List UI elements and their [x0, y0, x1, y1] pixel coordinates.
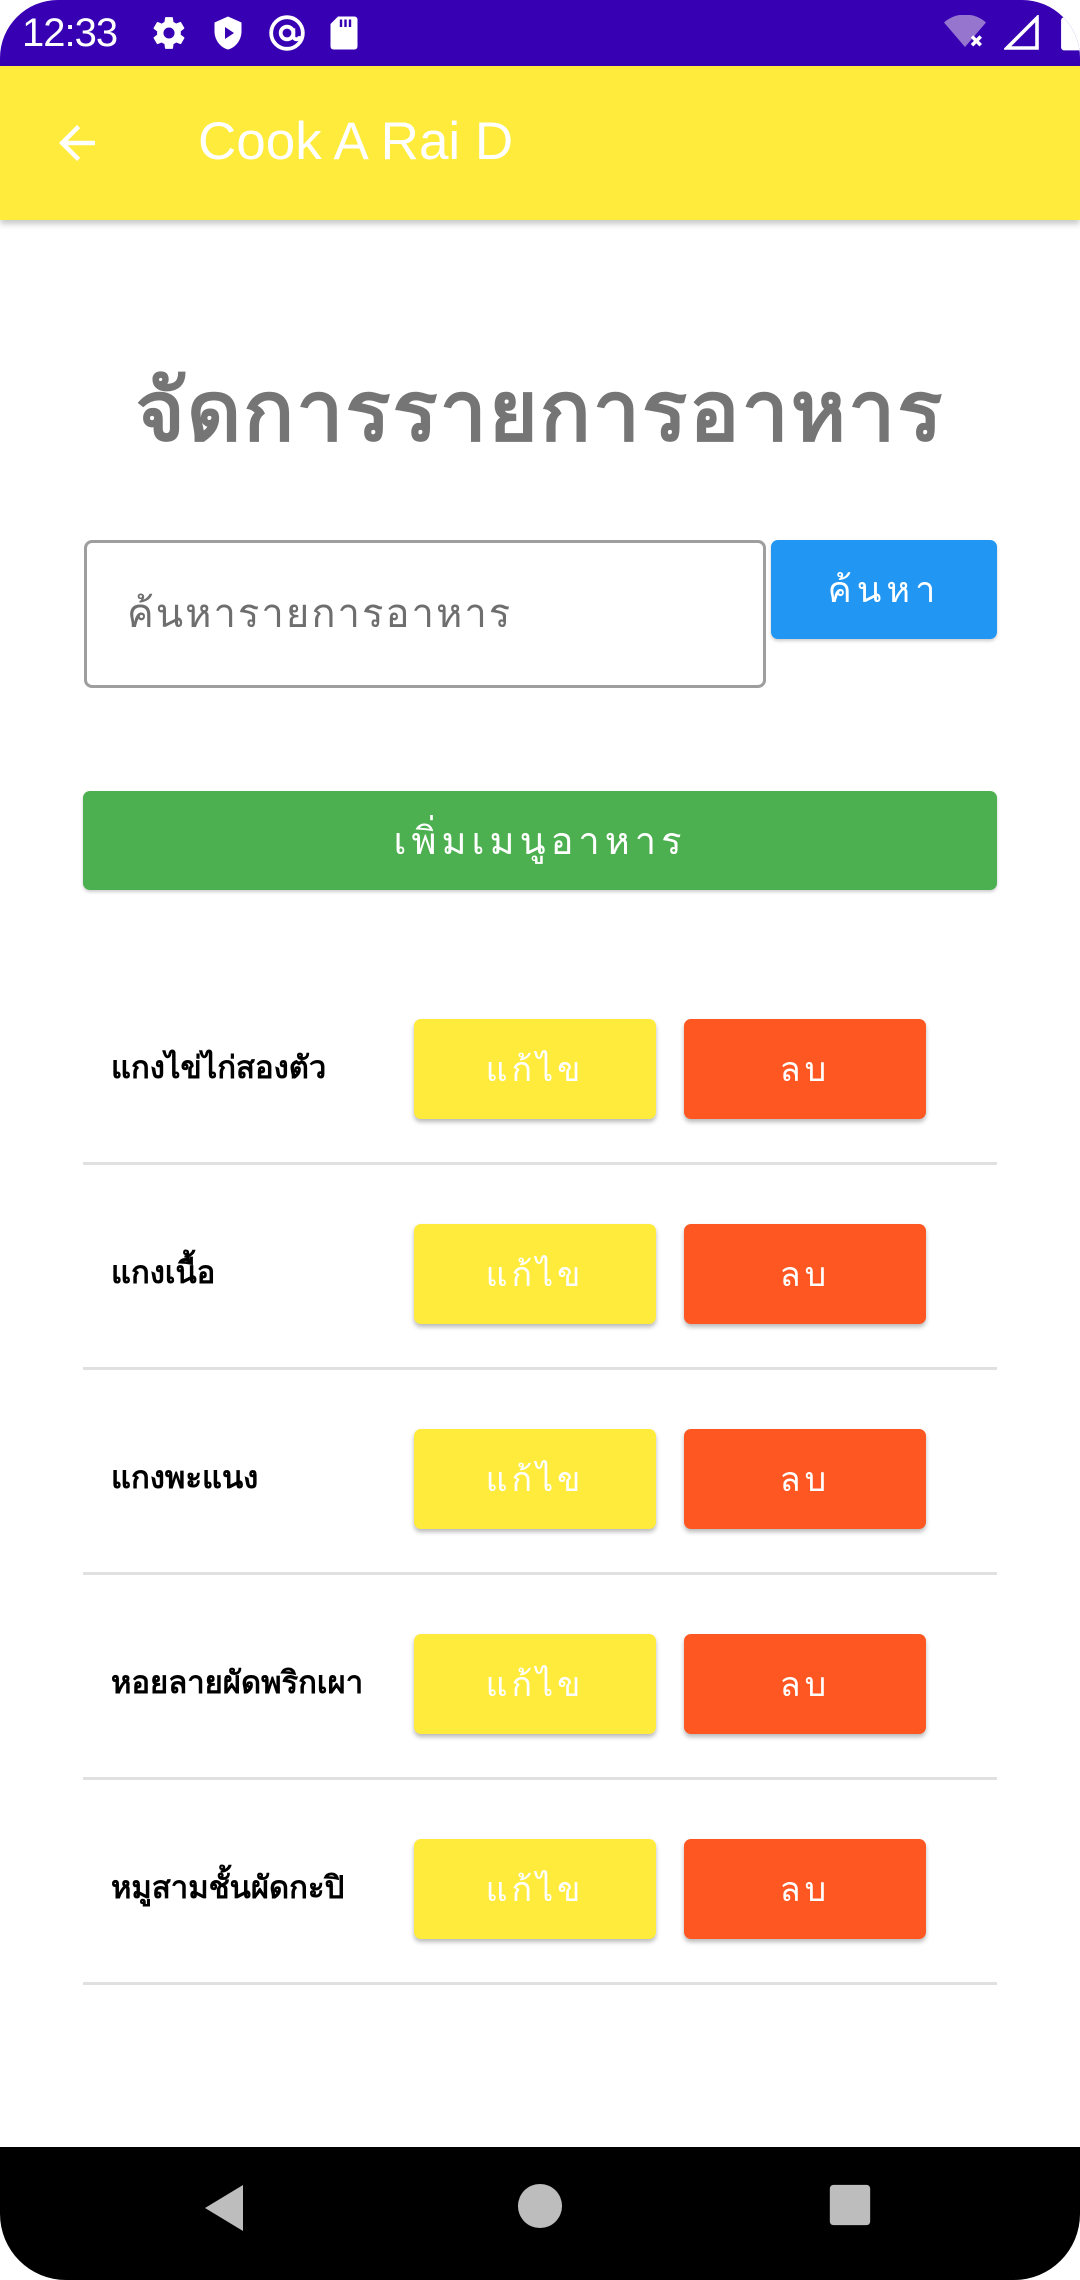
app-bar: Cook A Rai D: [0, 66, 1080, 220]
menu-item-name: หอยลายผัดพริกเผา: [111, 1665, 364, 1701]
gear-icon: [150, 14, 188, 52]
menu-row: แกงพะแนง แก้ไข ลบ: [83, 1370, 997, 1575]
edit-button[interactable]: แก้ไข: [414, 1224, 656, 1324]
arrow-left-icon[interactable]: [50, 116, 104, 170]
delete-button[interactable]: ลบ: [684, 1019, 926, 1119]
status-bar: 12:33: [0, 0, 1080, 66]
status-notification-icons: [150, 13, 360, 53]
menu-list: แกงไข่ไก่สองตัว แก้ไข ลบ แกงเนื้อ แก้ไข …: [83, 960, 997, 1985]
menu-row: แกงเนื้อ แก้ไข ลบ: [83, 1165, 997, 1370]
delete-button[interactable]: ลบ: [684, 1429, 926, 1529]
app-title: Cook A Rai D: [198, 112, 514, 171]
delete-button[interactable]: ลบ: [684, 1224, 926, 1324]
page-title: จัดการรายการอาหาร: [135, 362, 945, 460]
menu-item-name: แกงไข่ไก่สองตัว: [111, 1050, 327, 1086]
signal-icon: [1004, 15, 1040, 51]
delete-button[interactable]: ลบ: [684, 1634, 926, 1734]
recents-square-icon[interactable]: [828, 2183, 872, 2227]
edit-button[interactable]: แก้ไข: [414, 1634, 656, 1734]
menu-item-name: หมูสามชั้นผัดกะปิ: [111, 1870, 345, 1906]
add-menu-button[interactable]: เพิ่มเมนูอาหาร: [83, 791, 997, 890]
status-time: 12:33: [22, 11, 118, 55]
at-sign-icon: [268, 14, 306, 52]
menu-item-name: แกงเนื้อ: [111, 1255, 216, 1291]
menu-row: หมูสามชั้นผัดกะปิ แก้ไข ลบ: [83, 1780, 997, 1985]
status-system-icons: [944, 13, 1080, 53]
wifi-icon: [944, 15, 986, 51]
edit-button[interactable]: แก้ไข: [414, 1429, 656, 1529]
system-nav-bar: [0, 2147, 1080, 2280]
delete-button[interactable]: ลบ: [684, 1839, 926, 1939]
sd-card-icon: [328, 15, 360, 51]
edit-button[interactable]: แก้ไข: [414, 1019, 656, 1119]
home-circle-icon[interactable]: [517, 2183, 563, 2229]
menu-row: หอยลายผัดพริกเผา แก้ไข ลบ: [83, 1575, 997, 1780]
menu-item-name: แกงพะแนง: [111, 1460, 259, 1496]
search-button[interactable]: ค้นหา: [771, 540, 997, 639]
back-triangle-icon[interactable]: [203, 2183, 247, 2233]
battery-icon: [1058, 14, 1080, 52]
play-protect-icon: [210, 14, 246, 52]
edit-button[interactable]: แก้ไข: [414, 1839, 656, 1939]
menu-row: แกงไข่ไก่สองตัว แก้ไข ลบ: [83, 960, 997, 1165]
search-input[interactable]: [84, 540, 766, 688]
